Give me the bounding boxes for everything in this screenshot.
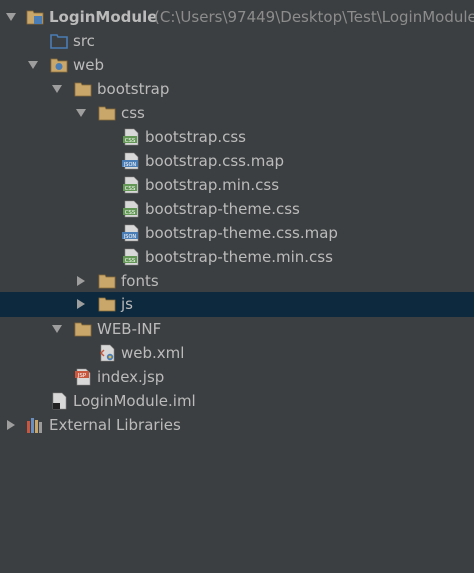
folder-icon	[98, 104, 116, 122]
project-tree: LoginModule (C:\Users\97449\Desktop\Test…	[0, 0, 474, 573]
source-folder-icon	[50, 32, 68, 50]
tree-node-file[interactable]: LoginModule.iml	[0, 389, 474, 413]
folder-icon	[98, 272, 116, 290]
tree-node-label: bootstrap.css.map	[145, 152, 285, 170]
expand-arrow-icon[interactable]	[74, 106, 88, 120]
tree-node-bootstrap[interactable]: bootstrap	[0, 77, 474, 101]
tree-node-label: web	[73, 56, 105, 74]
collapse-arrow-icon[interactable]	[4, 418, 18, 432]
tree-node-label: bootstrap.css	[145, 128, 246, 146]
tree-node-label: bootstrap	[97, 80, 170, 98]
tree-node-web-inf[interactable]: WEB-INF	[0, 317, 474, 341]
tree-node-src[interactable]: src	[0, 29, 474, 53]
tree-node-file[interactable]: CSS bootstrap-theme.css	[0, 197, 474, 221]
tree-node-label: web.xml	[121, 344, 185, 362]
tree-node-label: bootstrap.min.css	[145, 176, 280, 194]
svg-text:JSON: JSON	[123, 234, 137, 240]
iml-file-icon	[50, 392, 68, 410]
tree-node-label: bootstrap-theme.min.css	[145, 248, 333, 266]
tree-node-label: LoginModule.iml	[73, 392, 196, 410]
svg-text:JSP: JSP	[77, 373, 87, 379]
tree-node-label: LoginModule	[49, 8, 158, 26]
expand-arrow-icon[interactable]	[50, 322, 64, 336]
tree-node-label: WEB-INF	[97, 320, 162, 338]
tree-node-external-libraries[interactable]: External Libraries	[0, 413, 474, 437]
tree-node-label: bootstrap-theme.css.map	[145, 224, 338, 242]
svg-text:CSS: CSS	[125, 210, 136, 216]
tree-node-js[interactable]: js	[0, 292, 474, 317]
tree-node-file[interactable]: CSS bootstrap.css	[0, 125, 474, 149]
json-file-icon: JSON	[122, 224, 140, 242]
folder-icon	[74, 320, 92, 338]
collapse-arrow-icon[interactable]	[74, 274, 88, 288]
tree-node-web[interactable]: web	[0, 53, 474, 77]
tree-node-file[interactable]: JSON bootstrap.css.map	[0, 149, 474, 173]
css-file-icon: CSS	[122, 176, 140, 194]
tree-node-file[interactable]: CSS bootstrap.min.css	[0, 173, 474, 197]
tree-node-label: index.jsp	[97, 368, 165, 386]
collapse-arrow-icon[interactable]	[74, 297, 88, 311]
libraries-icon	[26, 416, 44, 434]
tree-node-file[interactable]: web.xml	[0, 341, 474, 365]
module-path-hint: (C:\Users\97449\Desktop\Test\LoginModule	[154, 8, 474, 26]
tree-node-css[interactable]: css	[0, 101, 474, 125]
folder-icon	[74, 80, 92, 98]
svg-text:CSS: CSS	[125, 138, 136, 144]
css-file-icon: CSS	[122, 248, 140, 266]
expand-arrow-icon[interactable]	[26, 58, 40, 72]
tree-node-file[interactable]: CSS bootstrap-theme.min.css	[0, 245, 474, 269]
folder-icon	[98, 295, 116, 313]
tree-node-file[interactable]: JSON bootstrap-theme.css.map	[0, 221, 474, 245]
svg-text:JSON: JSON	[123, 162, 137, 168]
tree-node-file[interactable]: JSP index.jsp	[0, 365, 474, 389]
module-folder-icon	[26, 8, 44, 26]
tree-node-label: css	[121, 104, 145, 122]
tree-node-label: js	[121, 295, 133, 313]
svg-text:CSS: CSS	[125, 258, 136, 264]
tree-node-label: fonts	[121, 272, 159, 290]
tree-node-label: src	[73, 32, 95, 50]
jsp-file-icon: JSP	[74, 368, 92, 386]
web-folder-icon	[50, 56, 68, 74]
svg-text:CSS: CSS	[125, 186, 136, 192]
css-file-icon: CSS	[122, 128, 140, 146]
json-file-icon: JSON	[122, 152, 140, 170]
tree-node-fonts[interactable]: fonts	[0, 269, 474, 293]
expand-arrow-icon[interactable]	[4, 10, 18, 24]
tree-node-loginmodule[interactable]: LoginModule (C:\Users\97449\Desktop\Test…	[0, 5, 474, 29]
css-file-icon: CSS	[122, 200, 140, 218]
expand-arrow-icon[interactable]	[50, 82, 64, 96]
tree-node-label: bootstrap-theme.css	[145, 200, 300, 218]
tree-node-label: External Libraries	[49, 416, 181, 434]
xml-file-icon	[98, 344, 116, 362]
